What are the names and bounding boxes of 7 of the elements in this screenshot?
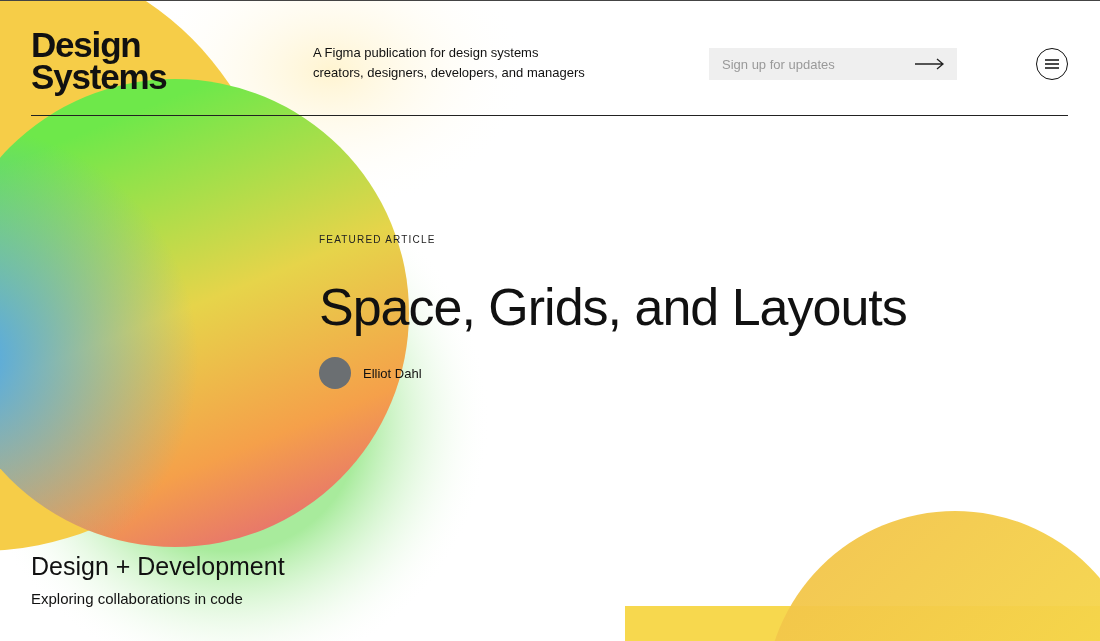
tagline: A Figma publication for design systems creators, designers, developers, and managers	[313, 44, 586, 82]
menu-button[interactable]	[1036, 48, 1068, 80]
section-title[interactable]: Design + Development	[31, 552, 1100, 581]
signup-field[interactable]: Sign up for updates	[709, 48, 957, 80]
section-subtitle: Exploring collaborations in code	[31, 590, 244, 607]
menu-icon	[1045, 59, 1059, 69]
arrow-right-icon[interactable]	[915, 58, 945, 70]
